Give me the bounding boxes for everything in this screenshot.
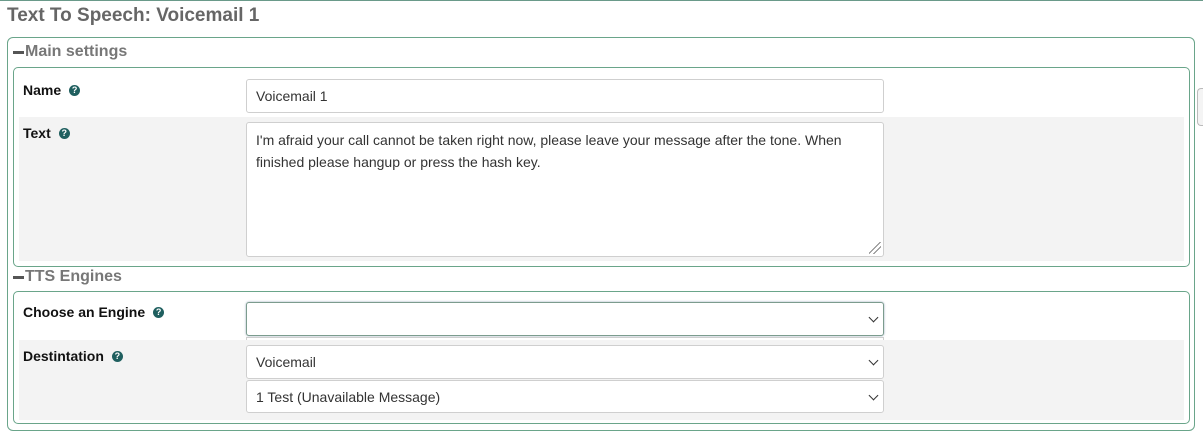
settings-container: Main settings Name ? Voicemail 1 Text ? … — [7, 37, 1195, 431]
engine-label-group: Choose an Engine ? — [23, 304, 165, 320]
main-settings-legend[interactable]: Main settings — [13, 43, 130, 61]
name-input[interactable]: Voicemail 1 — [246, 79, 884, 113]
chevron-down-icon — [868, 355, 879, 366]
text-label: Text — [23, 125, 51, 141]
destination-label: Destintation — [23, 348, 104, 364]
tts-engines-box: Choose an Engine ? Destintation ? Voicem… — [13, 291, 1190, 424]
destination-label-group: Destintation ? — [23, 348, 123, 364]
question-circle-icon[interactable]: ? — [58, 127, 70, 139]
main-settings-title: Main settings — [25, 43, 128, 60]
destination-target-select[interactable]: 1 Test (Unavailable Message) — [246, 380, 884, 413]
minus-icon[interactable] — [13, 276, 24, 279]
question-circle-icon[interactable]: ? — [111, 350, 123, 362]
text-textarea[interactable]: I'm afraid your call cannot be taken rig… — [246, 122, 884, 257]
chevron-down-icon — [868, 390, 879, 400]
destination-row: Destintation ? Voicemail 1 Test (Unavail… — [19, 340, 1184, 420]
top-border — [0, 0, 1203, 1]
destination-type-value: Voicemail — [256, 354, 316, 370]
minus-icon[interactable] — [13, 51, 24, 54]
page-title: Text To Speech: Voicemail 1 — [7, 5, 260, 26]
engine-row: Choose an Engine ? — [19, 292, 1184, 345]
tts-engines-title: TTS Engines — [25, 268, 122, 285]
name-label-group: Name ? — [23, 82, 81, 98]
engine-label: Choose an Engine — [23, 304, 146, 320]
name-row: Name ? Voicemail 1 — [19, 68, 1184, 116]
engine-select[interactable] — [246, 302, 884, 336]
tts-engines-legend[interactable]: TTS Engines — [13, 268, 124, 286]
question-circle-icon[interactable]: ? — [153, 306, 165, 318]
destination-type-select[interactable]: Voicemail — [246, 345, 884, 379]
text-row: Text ? I'm afraid your call cannot be ta… — [19, 117, 1184, 261]
question-circle-icon[interactable]: ? — [69, 84, 81, 96]
main-settings-box: Name ? Voicemail 1 Text ? I'm afraid you… — [13, 67, 1190, 267]
resize-handle-icon[interactable] — [869, 242, 881, 254]
destination-target-value: 1 Test (Unavailable Message) — [256, 388, 441, 405]
text-textarea-value: I'm afraid your call cannot be taken rig… — [256, 132, 842, 170]
name-input-value: Voicemail 1 — [256, 88, 328, 104]
chevron-down-icon — [868, 312, 879, 323]
side-panel-tab[interactable] — [1197, 88, 1203, 126]
text-label-group: Text ? — [23, 125, 70, 141]
name-label: Name — [23, 82, 62, 98]
